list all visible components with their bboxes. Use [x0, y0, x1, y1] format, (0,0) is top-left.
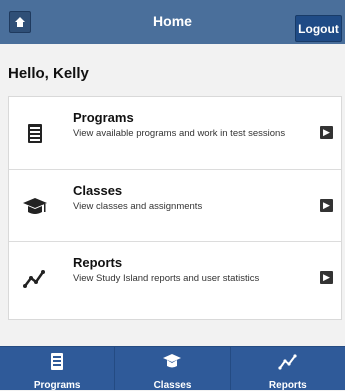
reports-icon	[23, 270, 45, 288]
nav-item-programs[interactable]: Programs	[0, 347, 116, 391]
menu-item-title: Reports	[73, 255, 123, 270]
menu-item-programs[interactable]: Programs View available programs and wor…	[9, 97, 341, 169]
nav-label: Reports	[268, 380, 307, 391]
nav-item-reports[interactable]: Reports	[231, 347, 345, 391]
chevron-right-icon: ▶	[320, 271, 333, 284]
chevron-right-icon: ▶	[320, 199, 333, 212]
nav-item-classes[interactable]: Classes	[115, 347, 231, 391]
menu-card: Programs View available programs and wor…	[8, 96, 342, 320]
bottom-nav: Programs Classes Reports	[0, 346, 345, 391]
programs-icon	[28, 124, 42, 143]
nav-label: Programs	[33, 380, 81, 391]
classes-icon	[23, 198, 47, 214]
greeting-text: Hello, Kelly	[8, 65, 89, 82]
menu-item-classes[interactable]: Classes View classes and assignments ▶	[9, 169, 341, 242]
menu-item-reports[interactable]: Reports View Study Island reports and us…	[9, 241, 341, 314]
menu-item-title: Classes	[73, 183, 123, 198]
menu-item-title: Programs	[73, 110, 134, 125]
menu-item-description: View available programs and work in test…	[73, 128, 286, 139]
menu-item-description: View Study Island reports and user stati…	[73, 273, 260, 284]
app-header: Home Logout	[0, 0, 345, 44]
reports-icon	[278, 354, 297, 370]
page-title: Home	[153, 13, 192, 29]
menu-item-description: View classes and assignments	[73, 201, 203, 212]
chevron-right-icon: ▶	[320, 126, 333, 139]
nav-label: Classes	[153, 380, 192, 391]
classes-icon	[163, 354, 182, 368]
logout-button[interactable]: Logout	[295, 15, 342, 42]
programs-icon	[51, 353, 64, 370]
